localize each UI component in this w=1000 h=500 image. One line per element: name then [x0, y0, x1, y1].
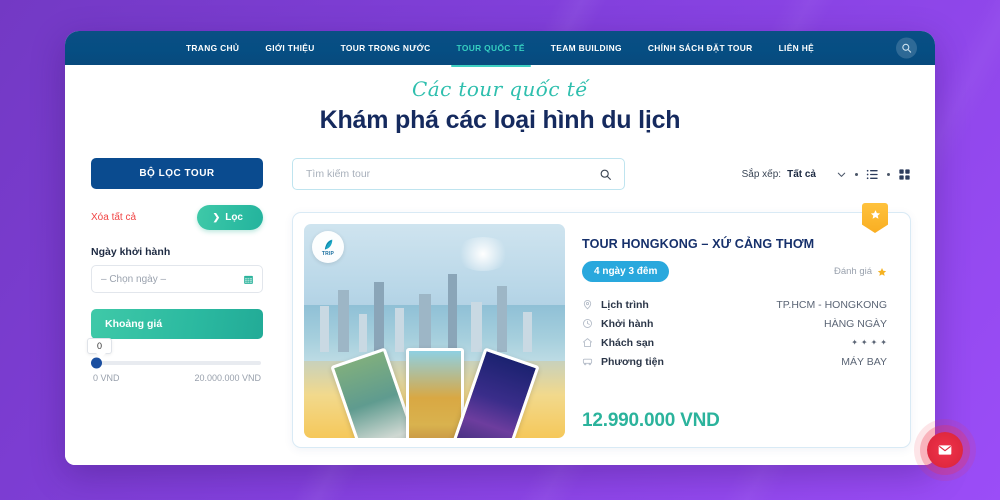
price-slider-labels: 0 VND 20.000.000 VND: [93, 373, 261, 383]
filter-sidebar: BỘ LỌC TOUR Xóa tất cả ❯ Lọc Ngày khởi h…: [87, 158, 263, 448]
tour-card-body: TOUR HONGKONG – XỨ CẢNG THƠM 4 ngày 3 đê…: [565, 224, 899, 436]
nav-item-tour-trong-nuoc[interactable]: TOUR TRONG NƯỚC: [328, 31, 444, 65]
chevron-down-icon[interactable]: [836, 169, 847, 180]
price-slider-handle[interactable]: [91, 357, 102, 369]
price-slider-tooltip: 0: [87, 338, 113, 358]
tour-title[interactable]: TOUR HONGKONG – XỨ CẢNG THƠM: [582, 237, 887, 251]
content-row: BỘ LỌC TOUR Xóa tất cả ❯ Lọc Ngày khởi h…: [65, 158, 935, 448]
detail-value: HÀNG NGÀY: [823, 317, 887, 330]
transport-icon: [582, 358, 593, 366]
photo-fan: [329, 330, 540, 438]
brand-logo-text: TRIP: [321, 250, 335, 257]
hotel-icon: [582, 338, 593, 347]
list-view-icon[interactable]: [866, 168, 879, 181]
tour-detail-list: Lịch trình TP.HCM - HONGKONG Khởi hành H…: [582, 295, 887, 371]
nav-item-team-building[interactable]: TEAM BUILDING: [538, 31, 635, 65]
price-slider-track[interactable]: [91, 357, 261, 369]
tour-card[interactable]: TRIP TOUR HONGKONG – XỨ CẢNG THƠM 4 ngày…: [292, 203, 911, 448]
price-slider[interactable]: 0 0 VND 20.000.000 VND: [87, 338, 263, 383]
chevron-right-icon: ❯: [212, 212, 221, 222]
detail-label: Khách sạn: [601, 336, 655, 349]
detail-value: TP.HCM - HONGKONG: [776, 298, 887, 311]
clear-all-link[interactable]: Xóa tất cả: [91, 212, 136, 223]
nav-item-lien-he[interactable]: LIÊN HỆ: [766, 31, 828, 65]
sort-label: Sắp xếp:: [741, 168, 782, 180]
star-icon: [877, 267, 887, 276]
site-header: TRANG CHỦ GIỚI THIỆU TOUR TRONG NƯỚC TOU…: [65, 31, 935, 67]
tour-price: 12.990.000 VND: [582, 410, 720, 431]
apply-filter-label: Lọc: [225, 212, 243, 223]
filter-actions: Xóa tất cả ❯ Lọc: [91, 205, 263, 230]
sun-glow: [455, 236, 512, 271]
apply-filter-button[interactable]: ❯ Lọc: [196, 205, 263, 230]
main-navigation: TRANG CHỦ GIỚI THIỆU TOUR TRONG NƯỚC TOU…: [173, 31, 828, 67]
page-subtitle: Các tour quốc tế: [412, 77, 588, 101]
nav-item-chinh-sach-dat-tour[interactable]: CHÍNH SÁCH ĐẶT TOUR: [635, 31, 766, 65]
search-icon: [902, 43, 912, 53]
search-placeholder: Tìm kiếm tour: [306, 168, 371, 180]
results-toolbar: Tìm kiếm tour Sắp xếp: Tất cả: [292, 158, 911, 190]
calendar-icon: [244, 275, 253, 284]
tour-meta-row: 4 ngày 3 đêm Đánh giá: [582, 261, 887, 282]
separator-dot: [887, 172, 890, 176]
duration-badge: 4 ngày 3 đêm: [582, 261, 670, 282]
star-badge-icon: [870, 210, 880, 219]
rating-label: Đánh giá: [833, 266, 872, 277]
chat-floating-button[interactable]: [927, 432, 963, 468]
clock-icon: [583, 319, 592, 328]
departure-date-input[interactable]: – Chọn ngày –: [91, 265, 263, 293]
hotel-star-rating: ✦ ✦ ✦ ✦: [851, 338, 887, 347]
price-range-section[interactable]: Khoảng giá: [91, 309, 263, 339]
header-search-button[interactable]: [896, 37, 917, 59]
detail-left: Khách sạn: [582, 337, 654, 349]
departure-date-label: Ngày khởi hành: [91, 246, 171, 258]
detail-left: Khởi hành: [582, 318, 653, 330]
envelope-icon: [938, 445, 952, 455]
rating-block[interactable]: Đánh giá: [834, 266, 887, 277]
skyline-building: [319, 306, 329, 353]
location-pin-icon: [583, 300, 592, 310]
price-max-label: 20.000.000 VND: [194, 373, 261, 383]
tour-thumbnail[interactable]: TRIP: [304, 224, 565, 438]
nav-item-gioi-thieu[interactable]: GIỚI THIỆU: [252, 31, 327, 65]
detail-row-hotel: Khách sạn ✦ ✦ ✦ ✦: [582, 333, 887, 352]
hotel-star: ✦: [880, 338, 887, 347]
filter-tour-button[interactable]: BỘ LỌC TOUR: [91, 158, 263, 189]
detail-row-transport: Phương tiện MÁY BAY: [582, 352, 887, 371]
leaf-logo-icon: [324, 239, 332, 249]
nav-item-tour-quoc-te[interactable]: TOUR QUỐC TẾ: [444, 31, 538, 67]
departure-date-placeholder: – Chọn ngày –: [101, 273, 167, 285]
separator-dot: [855, 172, 858, 176]
sort-controls: Sắp xếp: Tất cả: [742, 168, 911, 181]
detail-row-departure: Khởi hành HÀNG NGÀY: [582, 314, 887, 333]
search-input[interactable]: Tìm kiếm tour: [292, 158, 625, 190]
grid-view-icon[interactable]: [898, 168, 911, 181]
fan-photo-temple: [405, 348, 464, 438]
hotel-star: ✦: [860, 338, 868, 347]
detail-left: Phương tiện: [582, 356, 664, 368]
hotel-star: ✦: [851, 338, 858, 347]
search-icon[interactable]: [599, 168, 612, 181]
hotel-star: ✦: [870, 338, 878, 347]
sort-value[interactable]: Tất cả: [787, 169, 816, 180]
tour-results-column: Tìm kiếm tour Sắp xếp: Tất cả TRIP TOUR …: [292, 158, 911, 448]
detail-value: MÁY BAY: [841, 355, 887, 368]
detail-label: Phương tiện: [601, 355, 664, 368]
price-min-label: 0 VND: [93, 373, 120, 383]
browser-window: TRANG CHỦ GIỚI THIỆU TOUR TRONG NƯỚC TOU…: [65, 31, 935, 465]
page-title: Khám phá các loại hình du lịch: [319, 106, 681, 134]
nav-item-trang-chu[interactable]: TRANG CHỦ: [173, 31, 252, 65]
detail-row-itinerary: Lịch trình TP.HCM - HONGKONG: [582, 295, 887, 314]
page-content: Các tour quốc tế Khám phá các loại hình …: [65, 77, 935, 465]
brand-logo: TRIP: [312, 231, 344, 263]
detail-left: Lịch trình: [582, 299, 649, 311]
detail-label: Khởi hành: [601, 317, 654, 330]
detail-label: Lịch trình: [601, 298, 649, 311]
